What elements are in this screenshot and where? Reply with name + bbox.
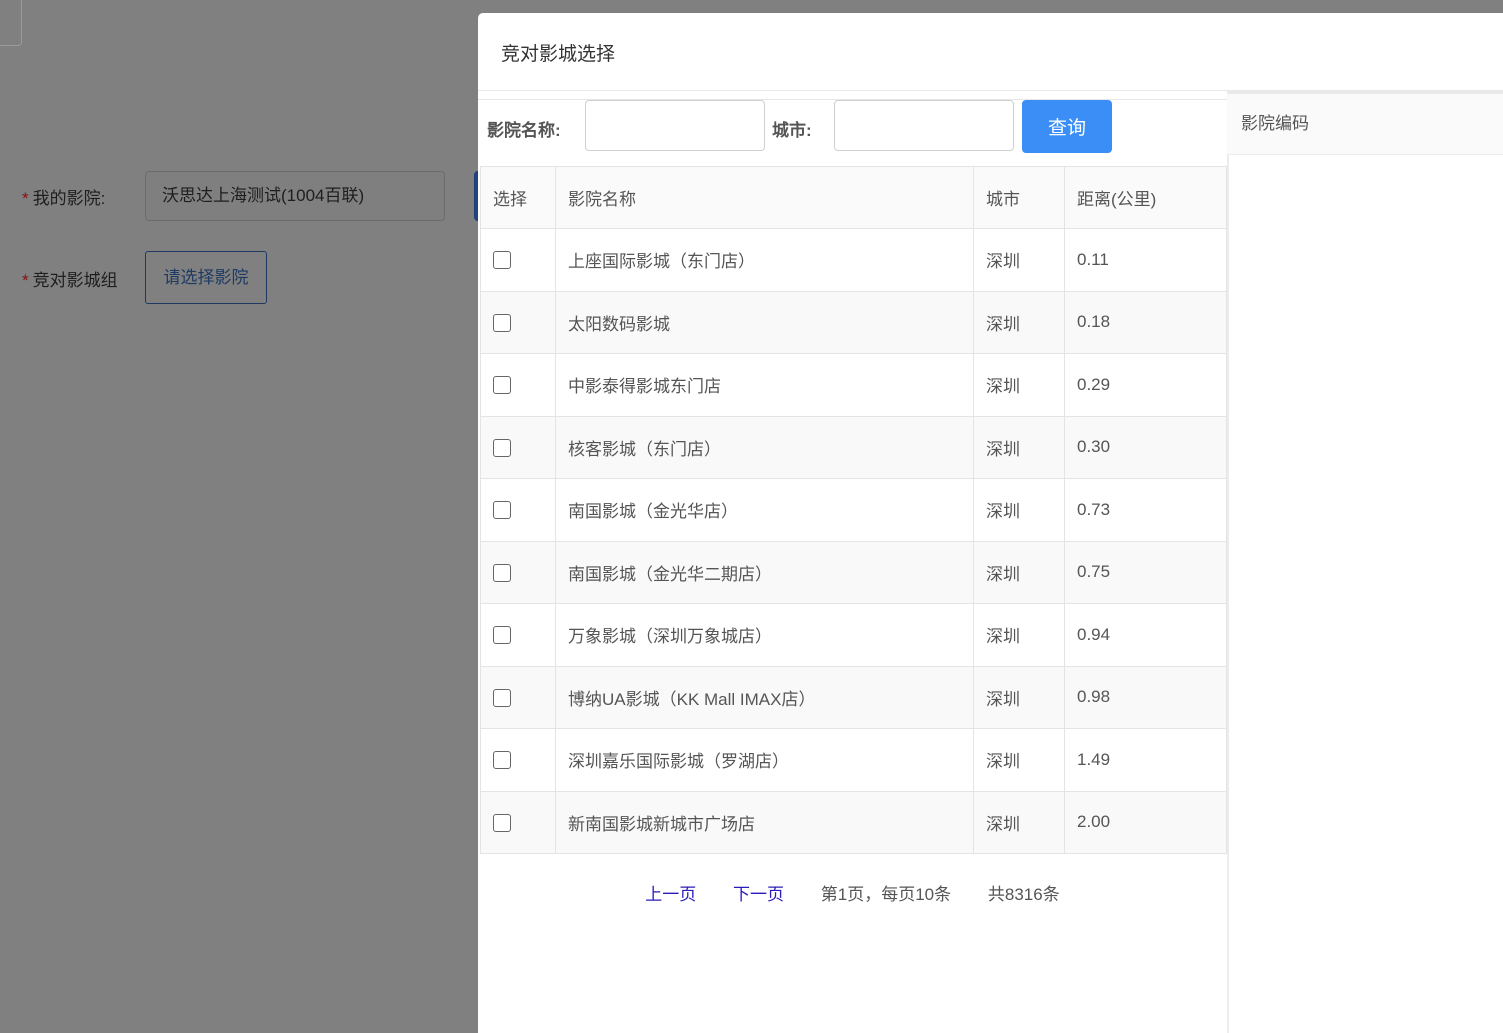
cinema-name-label: 影院名称:: [487, 121, 561, 140]
row-checkbox[interactable]: [493, 688, 511, 707]
cinema-name-cell: 核客影城（东门店）: [555, 415, 974, 479]
row-checkbox[interactable]: [493, 376, 511, 395]
table-row: 深圳嘉乐国际影城（罗湖店） 深圳 1.49: [480, 728, 1227, 792]
next-page-link[interactable]: 下一页: [733, 885, 784, 904]
row-checkbox[interactable]: [493, 501, 511, 520]
row-checkbox[interactable]: [493, 751, 511, 770]
city-cell: 深圳: [973, 728, 1065, 792]
search-bar: 影院名称: 城市: 查询: [478, 100, 1227, 160]
distance-cell: 0.98: [1064, 665, 1227, 729]
modal-body: 影院名称: 城市: 查询 选择 影院名称 城市 距离(公里) 上座国际影城（东门…: [478, 91, 1503, 1033]
distance-cell: 0.11: [1064, 228, 1227, 292]
table-row: 核客影城（东门店） 深圳 0.30: [480, 415, 1227, 479]
row-checkbox[interactable]: [493, 626, 511, 645]
row-checkbox[interactable]: [493, 563, 511, 582]
city-label: 城市:: [772, 121, 812, 140]
distance-cell: 0.30: [1064, 415, 1227, 479]
required-mark: *: [22, 271, 29, 290]
city-input[interactable]: [834, 100, 1014, 151]
table-header-row: 选择 影院名称 城市 距离(公里): [480, 166, 1227, 229]
city-cell: 深圳: [973, 353, 1065, 417]
my-cinema-label-text: 我的影院:: [32, 189, 106, 208]
select-cell: [480, 415, 556, 479]
my-cinema-label: * 我的影院:: [22, 184, 105, 209]
cinema-list-panel: 影院名称: 城市: 查询 选择 影院名称 城市 距离(公里) 上座国际影城（东门…: [478, 99, 1229, 1033]
select-cell: [480, 290, 556, 354]
prev-page-link[interactable]: 上一页: [645, 885, 696, 904]
table-row: 中影泰得影城东门店 深圳 0.29: [480, 353, 1227, 417]
cinema-name-cell: 新南国影城新城市广场店: [555, 790, 974, 854]
cinema-name-cell: 南国影城（金光华店）: [555, 478, 974, 542]
modal-title: 竞对影城选择: [501, 44, 616, 65]
city-cell: 深圳: [973, 603, 1065, 667]
distance-cell: 1.49: [1064, 728, 1227, 792]
distance-cell: 0.73: [1064, 478, 1227, 542]
cinema-name-cell: 南国影城（金光华二期店）: [555, 540, 974, 604]
distance-cell: 0.29: [1064, 353, 1227, 417]
header-distance: 距离(公里): [1064, 166, 1227, 229]
select-cell: [480, 540, 556, 604]
required-mark: *: [22, 189, 29, 208]
city-cell: 深圳: [973, 540, 1065, 604]
select-cell: [480, 790, 556, 854]
cinema-table-wrap: 选择 影院名称 城市 距离(公里) 上座国际影城（东门店） 深圳 0.11 太阳数码影…: [480, 166, 1227, 854]
select-cell: [480, 728, 556, 792]
table-row: 万象影城（深圳万象城店） 深圳 0.94: [480, 603, 1227, 667]
table-row: 太阳数码影城 深圳 0.18: [480, 290, 1227, 354]
cinema-name-cell: 中影泰得影城东门店: [555, 353, 974, 417]
city-cell: 深圳: [973, 228, 1065, 292]
header-cinema-name: 影院名称: [555, 166, 974, 229]
row-checkbox[interactable]: [493, 438, 511, 457]
select-cell: [480, 228, 556, 292]
total-count: 共8316条: [987, 885, 1060, 904]
header-city: 城市: [973, 166, 1065, 229]
city-cell: 深圳: [973, 478, 1065, 542]
select-cell: [480, 665, 556, 729]
row-checkbox[interactable]: [493, 251, 511, 270]
row-checkbox[interactable]: [493, 813, 511, 832]
table-row: 南国影城（金光华店） 深圳 0.73: [480, 478, 1227, 542]
city-cell: 深圳: [973, 665, 1065, 729]
city-cell: 深圳: [973, 415, 1065, 479]
row-checkbox[interactable]: [493, 313, 511, 332]
city-cell: 深圳: [973, 290, 1065, 354]
cinema-name-cell: 上座国际影城（东门店）: [555, 228, 974, 292]
cinema-name-cell: 深圳嘉乐国际影城（罗湖店）: [555, 728, 974, 792]
city-cell: 深圳: [973, 790, 1065, 854]
selected-cinema-panel: 影院编码: [1227, 91, 1503, 1033]
distance-cell: 2.00: [1064, 790, 1227, 854]
table-row: 上座国际影城（东门店） 深圳 0.11: [480, 228, 1227, 292]
header-select: 选择: [480, 166, 556, 229]
distance-cell: 0.18: [1064, 290, 1227, 354]
select-cinema-button[interactable]: 请选择影院: [145, 251, 267, 304]
competitor-group-label: * 竞对影城组: [22, 266, 118, 291]
competitor-group-label-text: 竞对影城组: [32, 271, 118, 290]
pagination: 上一页 下一页 第1页，每页10条 共8316条: [478, 880, 1227, 905]
distance-cell: 0.75: [1064, 540, 1227, 604]
select-cell: [480, 603, 556, 667]
background-top-box: [0, 0, 22, 46]
cinema-table: 选择 影院名称 城市 距离(公里) 上座国际影城（东门店） 深圳 0.11 太阳数码影…: [480, 166, 1227, 854]
table-row: 南国影城（金光华二期店） 深圳 0.75: [480, 540, 1227, 604]
my-cinema-field[interactable]: 沃思达上海测试(1004百联): [145, 171, 445, 221]
competitor-cinema-modal: 竞对影城选择 影院名称: 城市: 查询 选择 影院名称 城市 距离(公里) 上座…: [478, 13, 1503, 1033]
table-row: 博纳UA影城（KK Mall IMAX店） 深圳 0.98: [480, 665, 1227, 729]
select-cell: [480, 353, 556, 417]
cinema-name-cell: 太阳数码影城: [555, 290, 974, 354]
table-row: 新南国影城新城市广场店 深圳 2.00: [480, 790, 1227, 854]
cinema-name-cell: 博纳UA影城（KK Mall IMAX店）: [555, 665, 974, 729]
cinema-code-header: 影院编码: [1227, 94, 1503, 155]
cinema-name-cell: 万象影城（深圳万象城店）: [555, 603, 974, 667]
page-info: 第1页，每页10条: [820, 885, 952, 904]
select-cell: [480, 478, 556, 542]
modal-header: 竞对影城选择: [478, 13, 1503, 91]
cinema-name-input[interactable]: [585, 100, 765, 151]
query-button[interactable]: 查询: [1022, 100, 1112, 153]
distance-cell: 0.94: [1064, 603, 1227, 667]
